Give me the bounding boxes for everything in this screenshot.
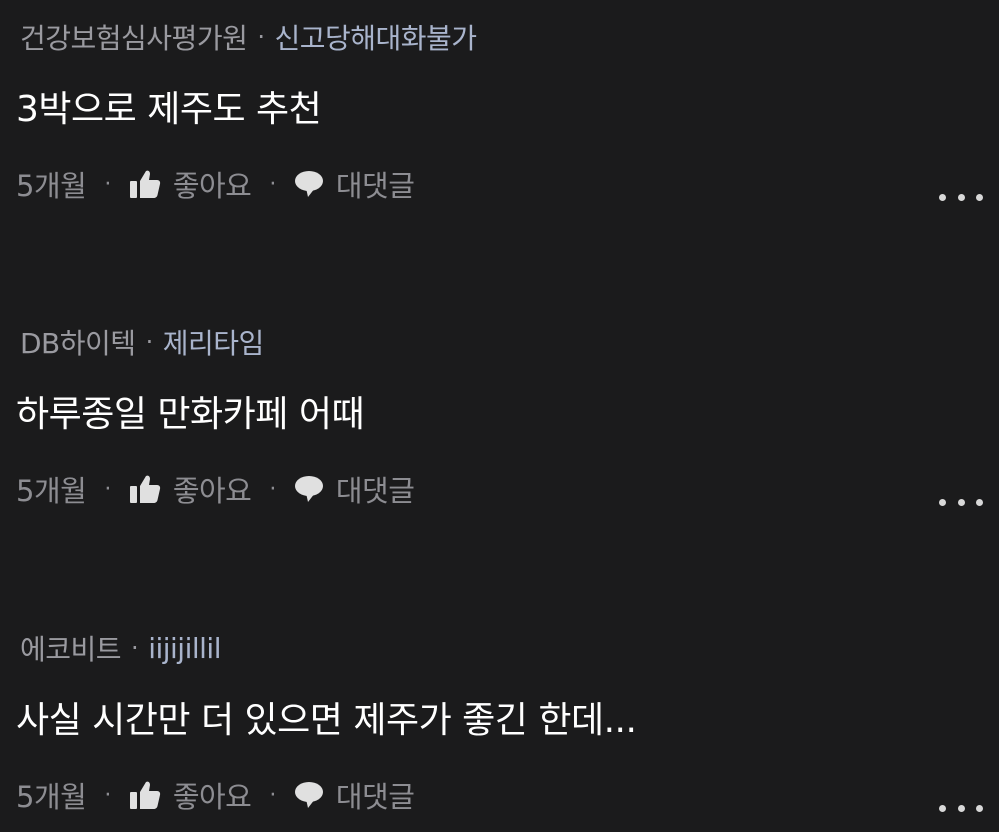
like-label: 좋아요 — [172, 780, 252, 814]
more-options-button[interactable] — [939, 793, 983, 823]
like-button[interactable]: 좋아요 — [129, 774, 252, 816]
thumbs-up-icon — [129, 780, 161, 810]
separator-dot: · — [145, 328, 154, 356]
comment-text: 하루종일 만화카페 어때 — [16, 394, 365, 435]
ellipsis-dot — [939, 193, 946, 201]
ellipsis-dot — [976, 193, 983, 201]
separator-dot: · — [269, 782, 276, 808]
reply-button[interactable]: 대댓글 — [294, 468, 415, 510]
thumbs-up-icon — [129, 474, 161, 504]
separator-dot: · — [104, 476, 111, 502]
reply-label: 대댓글 — [335, 169, 415, 203]
author-company[interactable]: DB하이텍 — [20, 322, 136, 362]
like-label: 좋아요 — [172, 474, 252, 508]
ellipsis-dot — [957, 498, 965, 506]
reply-label: 대댓글 — [335, 780, 415, 814]
comment-author-line: 건강보험심사평가원 · 신고당해대화불가 — [20, 17, 477, 57]
comment-meta: 5개월 · 좋아요 · 대댓글 — [16, 467, 415, 511]
comment-item: 건강보험심사평가원 · 신고당해대화불가 3박으로 제주도 추천 5개월 · 좋… — [0, 0, 999, 203]
author-nickname[interactable]: 제리타임 — [163, 322, 265, 362]
speech-bubble-icon — [294, 170, 324, 198]
like-button[interactable]: 좋아요 — [129, 163, 252, 205]
more-options-button[interactable] — [939, 182, 983, 212]
like-button[interactable]: 좋아요 — [129, 468, 252, 510]
comment-text: 3박으로 제주도 추천 — [16, 89, 322, 130]
like-label: 좋아요 — [172, 169, 252, 203]
separator-dot: · — [257, 23, 265, 51]
comment-author-line: DB하이텍 · 제리타임 — [20, 322, 264, 362]
comment-item: 에코비트 · iijijillil 사실 시간만 더 있으면 제주가 좋긴 한데… — [0, 611, 999, 814]
more-options-button[interactable] — [939, 487, 983, 517]
ellipsis-dot — [957, 193, 965, 201]
separator-dot: · — [269, 476, 276, 502]
author-company[interactable]: 건강보험심사평가원 — [20, 17, 248, 57]
comment-time: 5개월 — [16, 474, 87, 508]
separator-dot: · — [269, 171, 276, 197]
comment-meta: 5개월 · 좋아요 · 대댓글 — [16, 162, 415, 206]
author-nickname[interactable]: iijijillil — [148, 632, 221, 665]
comment-meta: 5개월 · 좋아요 · 대댓글 — [16, 773, 415, 817]
comment-time: 5개월 — [16, 780, 87, 814]
separator-dot: · — [131, 634, 139, 662]
comment-text: 사실 시간만 더 있으면 제주가 좋긴 한데... — [16, 700, 637, 741]
ellipsis-dot — [939, 804, 946, 812]
author-nickname[interactable]: 신고당해대화불가 — [274, 17, 477, 57]
ellipsis-dot — [976, 804, 983, 812]
comment-author-line: 에코비트 · iijijillil — [20, 628, 221, 668]
ellipsis-dot — [976, 498, 983, 506]
speech-bubble-icon — [294, 781, 324, 809]
comment-time: 5개월 — [16, 169, 87, 203]
author-company[interactable]: 에코비트 — [20, 628, 122, 668]
thumbs-up-icon — [129, 169, 161, 199]
reply-button[interactable]: 대댓글 — [294, 774, 415, 816]
separator-dot: · — [104, 782, 111, 808]
separator-dot: · — [104, 171, 111, 197]
speech-bubble-icon — [294, 475, 324, 503]
ellipsis-dot — [939, 498, 946, 506]
reply-label: 대댓글 — [335, 474, 415, 508]
comment-item: DB하이텍 · 제리타임 하루종일 만화카페 어때 5개월 · 좋아요 · 대댓… — [0, 305, 999, 508]
ellipsis-dot — [957, 804, 965, 812]
reply-button[interactable]: 대댓글 — [294, 163, 415, 205]
